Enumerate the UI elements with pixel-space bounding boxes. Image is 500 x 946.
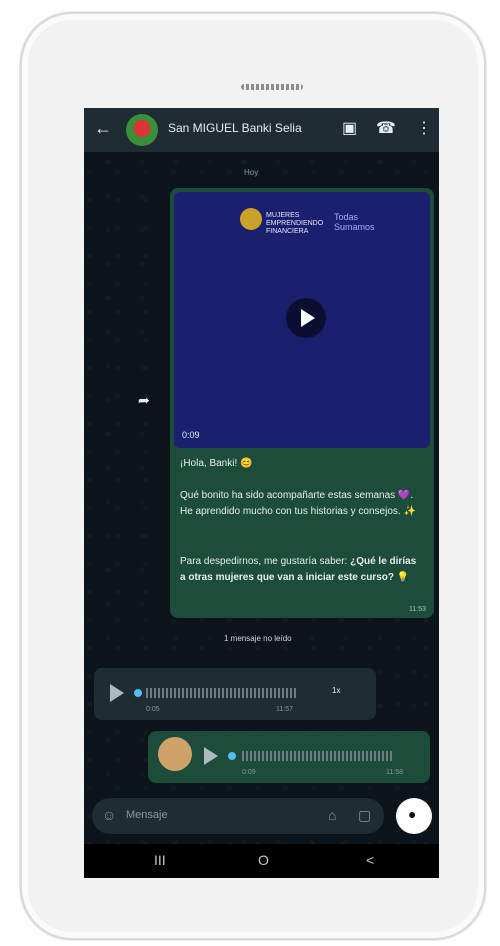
attach-icon[interactable]: ⌂ — [328, 807, 336, 823]
video-duration: 0:09 — [182, 430, 200, 440]
brand-logo — [240, 208, 262, 230]
video-message-bubble[interactable]: MUJERES EMPRENDIENDO FINANCIERA Todas Su… — [170, 188, 434, 618]
message-paragraph-1: Qué bonito ha sido acompañarte estas sem… — [180, 490, 416, 517]
voice-duration: 0:09 — [242, 769, 256, 776]
camera-icon[interactable]: ▢ — [358, 807, 371, 824]
play-icon[interactable] — [204, 747, 218, 765]
chat-screen: ← San MIGUEL Banki Selia ▣ ☎ ⋮ Hoy ➦ MUJ… — [84, 108, 439, 878]
android-navbar: III O < — [84, 844, 439, 878]
speaker-grille — [241, 84, 303, 90]
gallery-icon[interactable]: ▣ — [342, 118, 357, 138]
contact-avatar[interactable] — [126, 114, 158, 146]
mic-icon[interactable]: ● — [408, 806, 416, 822]
unread-separator: 1 mensaje no leído — [224, 634, 292, 643]
sender-avatar — [158, 737, 192, 771]
chat-header: ← San MIGUEL Banki Selia ▣ ☎ ⋮ — [84, 108, 439, 152]
more-vert-icon[interactable]: ⋮ — [416, 118, 432, 138]
message-input[interactable]: Mensaje — [126, 809, 168, 821]
message-greeting: ¡Hola, Banki! 😊 — [180, 458, 253, 469]
playback-speed[interactable]: 1x — [332, 686, 340, 695]
date-chip: Hoy — [244, 168, 259, 177]
message-paragraph-2-text: Para despedirnos, me gustaría saber: — [180, 556, 351, 567]
message-paragraph-2: Para despedirnos, me gustaría saber: ¿Qu… — [180, 554, 424, 586]
brand-logo-text: MUJERES EMPRENDIENDO FINANCIERA — [266, 212, 324, 235]
forward-icon[interactable]: ➦ — [138, 392, 150, 409]
call-add-icon[interactable]: ☎ — [376, 118, 396, 138]
play-icon[interactable] — [286, 298, 326, 338]
voice-time: 11:57 — [276, 706, 293, 713]
home-icon[interactable]: O — [258, 852, 269, 868]
progress-dot[interactable] — [134, 689, 142, 697]
incoming-voice-message[interactable]: 0:05 11:57 1x — [94, 668, 376, 720]
recents-icon[interactable]: III — [154, 852, 166, 868]
voice-duration: 0:05 — [146, 706, 160, 713]
nav-back-icon[interactable]: < — [366, 852, 374, 868]
waveform[interactable] — [146, 688, 296, 698]
play-icon[interactable] — [110, 684, 124, 702]
waveform[interactable] — [242, 751, 392, 761]
message-time: 11:53 — [409, 606, 426, 613]
message-composer[interactable]: ☺ Mensaje ⌂ ▢ — [92, 798, 384, 834]
video-thumbnail[interactable]: MUJERES EMPRENDIENDO FINANCIERA Todas Su… — [174, 192, 430, 448]
brand-tagline: Todas Sumamos — [334, 212, 375, 232]
voice-time: 11:58 — [386, 769, 403, 776]
mic-button[interactable]: ● — [396, 798, 432, 834]
sticker-icon[interactable]: ☺ — [102, 807, 116, 823]
back-arrow-icon[interactable]: ← — [94, 118, 112, 139]
progress-dot[interactable] — [228, 752, 236, 760]
contact-name[interactable]: San MIGUEL Banki Selia — [168, 121, 302, 135]
outgoing-voice-message[interactable]: 0:09 11:58 — [148, 731, 430, 783]
